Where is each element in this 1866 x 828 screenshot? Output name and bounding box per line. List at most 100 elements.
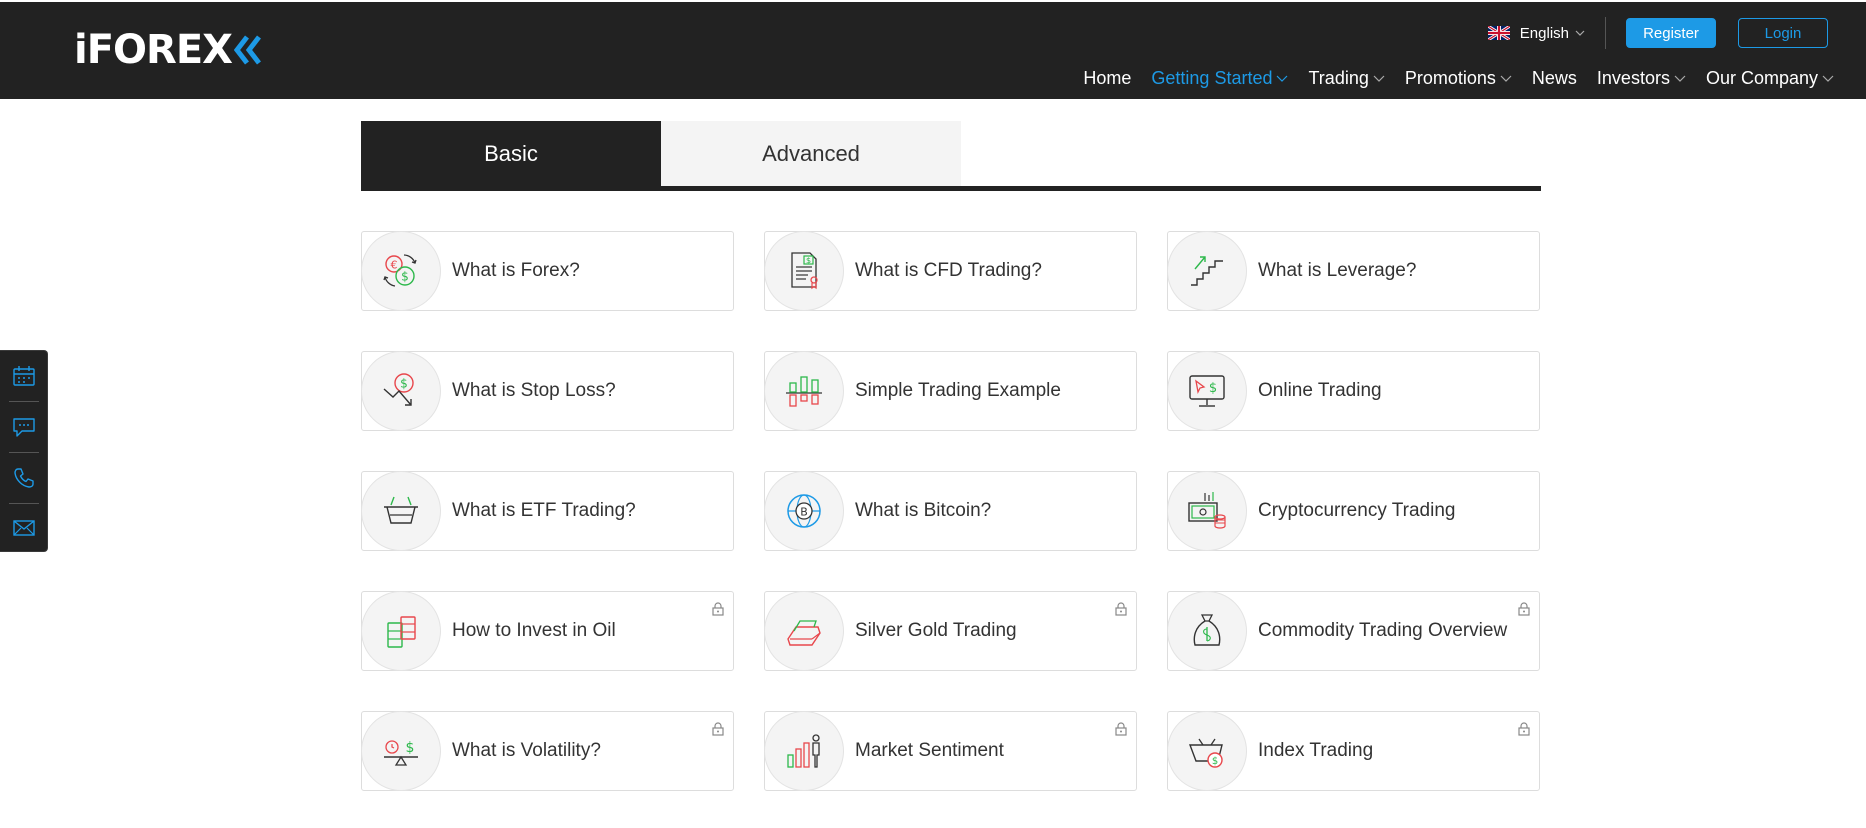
lesson-title: What is Volatility? (452, 740, 601, 761)
nav-item-investors[interactable]: Investors (1597, 68, 1686, 89)
calendar-icon (13, 366, 35, 386)
lesson-icon-badge: $ (361, 711, 441, 791)
lesson-card[interactable]: Cryptocurrency Trading (1167, 471, 1540, 551)
lesson-icon-badge (764, 591, 844, 671)
lesson-card[interactable]: $ What is Stop Loss? (361, 351, 734, 431)
lesson-title: Simple Trading Example (855, 380, 1061, 401)
svg-text:$: $ (806, 256, 811, 265)
lesson-title: Online Trading (1258, 380, 1382, 401)
commodity-sack-icon (1193, 614, 1221, 646)
chevron-down-icon (1822, 75, 1834, 82)
lesson-icon-badge: $ (1167, 351, 1247, 431)
lesson-card[interactable]: $ Online Trading (1167, 351, 1540, 431)
lesson-icon-badge: $ (361, 351, 441, 431)
basket-icon (384, 496, 418, 524)
header-divider (1605, 17, 1606, 49)
chevron-down-icon (1575, 30, 1585, 36)
lesson-icon-badge: $ (764, 231, 844, 311)
balance-scale-icon: $ (384, 740, 418, 766)
tab-advanced[interactable]: Advanced (661, 121, 961, 186)
candlestick-icon (786, 376, 822, 407)
lesson-title: Index Trading (1258, 740, 1374, 761)
language-label: English (1519, 24, 1569, 42)
chevron-down-icon (1674, 75, 1686, 82)
lesson-title: Silver Gold Trading (855, 620, 1017, 641)
bitcoin-globe-icon: B (787, 494, 821, 528)
stairs-arrow-icon (1191, 256, 1223, 286)
lesson-title: Commodity Trading Overview (1258, 620, 1508, 641)
lesson-icon-badge (1167, 471, 1247, 551)
nav-item-label: Trading (1308, 67, 1369, 88)
lesson-card[interactable]: B What is Bitcoin? (764, 471, 1137, 551)
svg-text:€: € (391, 259, 398, 272)
monitor-trading-icon: $ (1189, 375, 1225, 407)
phone-button[interactable] (0, 453, 48, 503)
lesson-card[interactable]: $ What is CFD Trading? (764, 231, 1137, 311)
nav-item-label: Investors (1596, 67, 1670, 88)
svg-text:$: $ (401, 270, 409, 284)
lesson-card[interactable]: Commodity Trading Overview (1167, 591, 1540, 671)
lesson-icon-badge (1167, 231, 1247, 311)
chat-button[interactable] (0, 402, 48, 452)
stop-loss-arrow-icon: $ (383, 373, 414, 406)
side-contact-widget (0, 350, 48, 552)
oil-barrels-icon (387, 616, 416, 648)
nav-item-label: Home (1083, 67, 1132, 88)
register-button[interactable]: Register (1626, 18, 1716, 48)
header-top-right: English Register Login (1487, 17, 1828, 49)
market-sentiment-icon (787, 734, 820, 768)
lesson-icon-badge: $ (1167, 711, 1247, 791)
nav-item-label: Getting Started (1151, 67, 1273, 88)
nav-item-home[interactable]: Home (1083, 68, 1131, 89)
contract-document-icon: $ (791, 252, 818, 290)
nav-item-trading[interactable]: Trading (1308, 67, 1385, 89)
language-selector[interactable]: English (1487, 24, 1585, 42)
nav-item-our-company[interactable]: Our Company (1706, 68, 1834, 89)
lesson-card[interactable]: € $ What is Forex? (361, 231, 734, 311)
nav-item-getting-started[interactable]: Getting Started (1151, 68, 1288, 89)
lesson-card[interactable]: Market Sentiment (764, 711, 1137, 791)
logo-chevrons-icon (234, 35, 261, 65)
crypto-banknote-icon (1188, 492, 1226, 529)
login-button[interactable]: Login (1738, 18, 1828, 48)
level-tabs: Basic Advanced (361, 121, 1541, 191)
lesson-card[interactable]: $ What is Volatility? (361, 711, 734, 791)
lesson-card[interactable]: Simple Trading Example (764, 351, 1137, 431)
gold-bars-icon (787, 620, 821, 646)
nav-item-promotions[interactable]: Promotions (1405, 68, 1512, 89)
logo[interactable]: iFOREX (74, 30, 262, 70)
logo-text: iFOREX (74, 27, 233, 73)
nav-item-label: Promotions (1404, 67, 1496, 88)
chevron-down-icon (1277, 75, 1288, 82)
lock-icon (1518, 722, 1530, 736)
lesson-icon-badge: B (764, 471, 844, 551)
svg-text:B: B (800, 506, 808, 519)
lesson-card[interactable]: What is Leverage? (1167, 231, 1540, 311)
lesson-title: Market Sentiment (855, 740, 1004, 761)
svg-text:$: $ (1209, 381, 1217, 396)
calendar-button[interactable] (0, 351, 48, 401)
lesson-card[interactable]: How to Invest in Oil (361, 591, 734, 671)
lesson-icon-badge (361, 471, 441, 551)
uk-flag-icon (1487, 26, 1510, 40)
lock-icon (1518, 602, 1530, 616)
lesson-title: Cryptocurrency Trading (1258, 500, 1456, 521)
lesson-card[interactable]: $ Index Trading (1167, 711, 1540, 791)
chevron-down-icon (1500, 75, 1512, 82)
nav-item-news[interactable]: News (1532, 68, 1577, 89)
site-header: iFOREX English Register Login Home Gettin… (0, 0, 1866, 99)
lock-icon (1115, 602, 1127, 616)
tab-basic[interactable]: Basic (361, 121, 661, 186)
lesson-card[interactable]: What is ETF Trading? (361, 471, 734, 551)
lock-icon (712, 722, 724, 736)
chevron-down-icon (1373, 75, 1385, 82)
lesson-title: What is ETF Trading? (452, 500, 636, 521)
lesson-icon-badge: € $ (361, 231, 441, 311)
lesson-card[interactable]: Silver Gold Trading (764, 591, 1137, 671)
nav-item-label: News (1531, 67, 1577, 88)
main-nav: Home Getting Started Trading Promotions News… (1063, 66, 1834, 90)
index-basket-icon: $ (1188, 738, 1223, 768)
lesson-title: What is Forex? (452, 260, 580, 281)
lesson-icon-badge (1167, 591, 1247, 671)
mail-button[interactable] (0, 503, 48, 553)
